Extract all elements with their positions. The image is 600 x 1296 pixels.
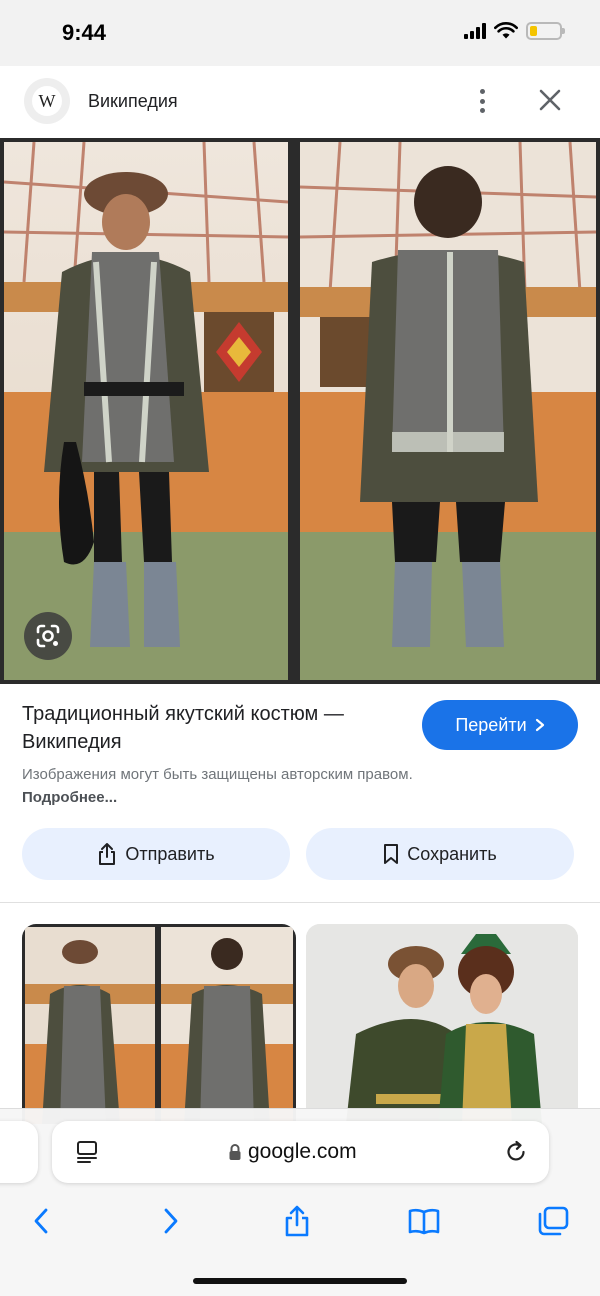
main-image-preview[interactable] xyxy=(0,138,600,684)
source-site-name[interactable]: Википедия xyxy=(88,91,178,112)
image-viewer-header: W Википедия xyxy=(0,66,600,138)
share-icon[interactable] xyxy=(277,1201,317,1241)
url-text: google.com xyxy=(248,1140,357,1163)
reload-icon[interactable] xyxy=(503,1139,529,1165)
home-indicator xyxy=(193,1278,407,1284)
section-divider xyxy=(0,902,600,903)
wifi-icon xyxy=(494,22,518,39)
google-lens-icon xyxy=(36,624,60,648)
related-image-thumbnail[interactable] xyxy=(306,924,578,1124)
goto-button-label: Перейти xyxy=(455,714,527,735)
safari-bottom-bar: google.com xyxy=(0,1108,600,1296)
copyright-notice: Изображения могут быть защищены авторски… xyxy=(22,763,442,809)
address-bar[interactable]: google.com xyxy=(52,1121,549,1183)
save-button[interactable]: Сохранить xyxy=(306,828,574,880)
safari-toolbar xyxy=(0,1201,600,1245)
tabs-icon[interactable] xyxy=(533,1201,573,1241)
wikipedia-logo-letter: W xyxy=(32,86,62,116)
forward-icon[interactable] xyxy=(151,1201,191,1241)
bookmark-icon xyxy=(384,844,399,864)
result-title[interactable]: Традиционный якутский костюм — Википедия xyxy=(22,700,402,756)
costume-back-photo xyxy=(300,142,596,680)
status-bar: 9:44 xyxy=(0,0,600,66)
goto-button[interactable]: Перейти xyxy=(422,700,578,750)
wikipedia-logo-icon: W xyxy=(24,78,70,124)
status-icons xyxy=(464,22,565,40)
copyright-text: Изображения могут быть защищены авторски… xyxy=(22,766,413,783)
related-image-thumbnail[interactable] xyxy=(22,924,296,1124)
more-vertical-icon[interactable] xyxy=(470,86,494,116)
costume-front-photo xyxy=(4,142,288,680)
back-icon[interactable] xyxy=(21,1201,61,1241)
url-display[interactable]: google.com xyxy=(228,1140,357,1164)
lock-icon xyxy=(229,1144,241,1160)
previous-tab-preview[interactable] xyxy=(0,1121,38,1183)
share-icon xyxy=(99,843,116,865)
save-button-label: Сохранить xyxy=(407,843,497,864)
more-info-link[interactable]: Подробнее... xyxy=(22,789,117,806)
bookmarks-icon[interactable] xyxy=(404,1201,444,1241)
google-lens-button[interactable] xyxy=(24,612,72,660)
battery-low-icon xyxy=(526,22,565,40)
share-button-label: Отправить xyxy=(125,843,215,864)
signal-bars-icon xyxy=(464,23,486,39)
chevron-right-icon xyxy=(535,718,544,732)
share-button[interactable]: Отправить xyxy=(22,828,290,880)
close-icon[interactable] xyxy=(534,84,566,116)
status-time: 9:44 xyxy=(62,20,107,45)
reader-mode-icon[interactable] xyxy=(74,1139,100,1165)
